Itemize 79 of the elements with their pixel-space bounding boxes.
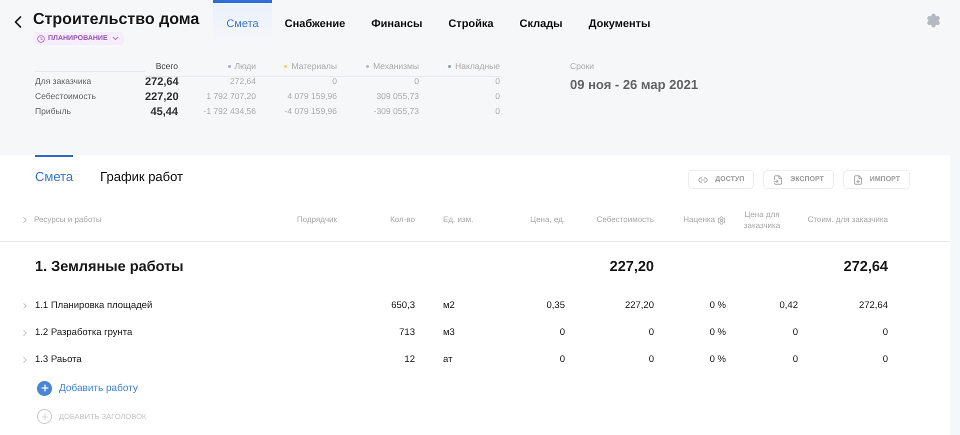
table-cell-text: ат [442,354,454,365]
table-cell-text: 0,42 [778,300,798,311]
table-cell-text: 0 [558,354,565,365]
caret-icon [110,34,120,43]
column-header: Стоим. для заказчика [806,215,888,226]
table-cell-text: 0 % [708,300,726,311]
view-tab[interactable]: Смета [35,155,74,184]
work-name: 1.1 Планировка площадей [35,300,152,311]
summary-value: 0 [494,76,500,88]
table-cell-text: 0,35 [546,300,565,311]
summary-value: -4 079 159,96 [284,106,337,118]
summary-value: 45,44 [149,106,178,120]
table-cell-text: 227,20 [624,300,654,311]
clock-icon [37,34,45,42]
summary-column-header: Накладные [419,61,500,77]
summary-column-header: Всего [145,61,178,77]
terms-label: Сроки [570,61,596,71]
settings-icon[interactable] [717,216,726,225]
column-header: Ед. изм. [442,215,474,226]
section-total: 272,64 [842,259,888,275]
table-cell-text: 0 [882,327,888,338]
file-icon [852,174,863,184]
table-cell-text: 713 [398,327,415,338]
plus-icon [37,409,52,424]
summary-value: -309 055,73 [372,106,419,118]
work-name: 1.3 Раьота [35,354,82,365]
terms-value: 09 ноя - 26 мар 2021 [570,77,698,92]
table-cell-text: 0 [792,354,798,365]
summary-row-label: Себестоимость [35,91,97,103]
summary-value: 227,20 [145,91,178,105]
column-header: Наценка [654,215,726,226]
table-cell-text: 0 % [708,327,726,338]
summary-value: 0 [494,106,500,118]
section-cost: 227,20 [608,259,654,275]
summary-value: 0 [494,91,500,103]
table-cell-text: 0 [558,327,565,338]
table-cell-text: 650,3 [390,300,415,311]
nav-tab[interactable]: Стройка [435,0,507,45]
table-cell-text: 272,64 [858,300,888,311]
summary-row-label: Для заказчика [35,76,92,88]
summary-value: 0 [331,76,337,88]
link-icon [698,174,708,184]
summary-value: 1 792 707,20 [205,91,256,103]
summary-column-header: Люди [178,61,256,77]
table-cell-text: м3 [442,327,456,338]
table-cell-text: 0 [882,354,888,365]
table-cell-text: 0 [648,354,654,365]
column-header: Себестоимость [596,215,654,226]
view-tab[interactable]: График работ [100,155,184,184]
summary-column-header: Материалы [256,61,337,77]
settings-icon[interactable] [926,13,941,28]
summary-value: 0 [413,76,419,88]
column-header: Ресурсы и работы [20,215,275,226]
summary-value: -1 792 434,56 [202,106,256,118]
summary-row-label: Прибыль [35,106,72,118]
summary-value: 4 079 159,96 [286,91,337,103]
table-cell-text: 0 % [708,354,726,365]
table-cell-text: 12 [403,354,415,365]
section-title: 1. Земляные работы [34,259,185,275]
column-header: Цена для заказчика [742,210,782,231]
nav-tab[interactable]: Документы [576,0,664,45]
plus-icon [37,380,52,396]
nav-tab[interactable]: Склады [506,0,576,45]
add-work-button[interactable]: Добавить работу [37,373,138,403]
summary-value: 309 055,73 [375,91,419,103]
summary-value: 272,64 [229,76,256,88]
file-icon [773,174,784,184]
column-header: Цена, ед. [529,215,565,226]
summary-column-header: Механизмы [337,61,419,77]
column-header: Кол-во [389,215,415,226]
table-cell-text: м2 [442,300,456,311]
summary-value: 272,64 [145,76,178,90]
column-header: Подрядчик [296,215,337,226]
project-title: Строительство дома [33,11,200,29]
table-cell-text: 0 [648,327,654,338]
nav-tab[interactable]: Финансы [358,0,436,45]
nav-tab[interactable]: Снабжение [272,0,358,45]
work-name: 1.2 Разработка грунта [35,327,132,338]
table-cell-text: 0 [792,327,798,338]
